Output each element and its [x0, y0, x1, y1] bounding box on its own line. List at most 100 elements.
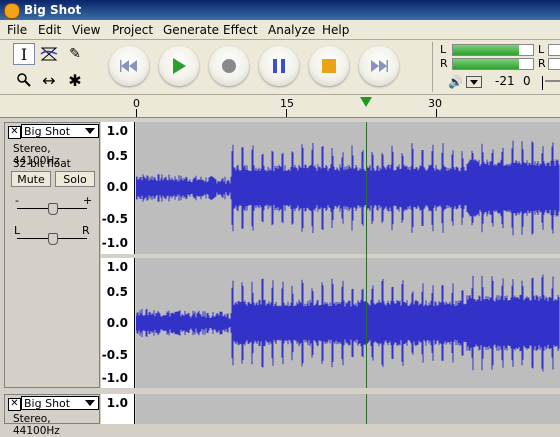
amplitude-ruler-right: 1.0 0.5 0.0 -0.5 -1.0 — [101, 258, 135, 388]
meter-right-label: R — [440, 57, 448, 70]
double-arrow-icon: ↔ — [42, 70, 56, 90]
menu-view[interactable]: View — [72, 23, 100, 37]
scale-label: -0.5 — [101, 212, 128, 226]
skip-end-icon — [371, 60, 388, 72]
audio-track: ✕ Big Shot Stereo, 44100Hz 32-bit float … — [0, 122, 560, 390]
waveform-channel-right[interactable] — [136, 258, 560, 388]
record-meter-left-label: L — [538, 43, 545, 56]
menu-edit[interactable]: Edit — [38, 23, 61, 37]
amplitude-ruler-left: 1.0 0.5 0.0 -0.5 -1.0 — [101, 122, 135, 254]
play-icon — [173, 58, 186, 74]
menu-help[interactable]: Help — [322, 23, 349, 37]
scale-label: -0.5 — [101, 348, 128, 362]
waveform-path — [136, 274, 560, 372]
ruler-tick — [286, 109, 287, 117]
scale-label: 1.0 — [106, 260, 128, 274]
pan-slider-knob[interactable] — [48, 233, 58, 245]
menu-project[interactable]: Project — [112, 23, 153, 37]
mute-button[interactable]: Mute — [11, 171, 51, 187]
playback-meter-left — [452, 44, 534, 56]
meter-left-label: L — [440, 43, 447, 56]
meter-fill-right — [453, 59, 519, 69]
playhead-marker-icon[interactable] — [360, 97, 372, 107]
track2-name-dropdown[interactable]: Big Shot — [21, 396, 99, 410]
envelope-tool-button[interactable] — [38, 43, 60, 65]
speaker-icon[interactable]: 🔊 — [448, 75, 463, 89]
audio-track-2: ✕ Big Shot Stereo, 44100Hz 1.0 — [0, 394, 560, 437]
record-button[interactable] — [209, 46, 249, 86]
toolbar: I ✎ ↔ ✱ L R L R 🔊 -21 0 — [0, 40, 560, 95]
menu-file[interactable]: File — [7, 23, 27, 37]
gain-slider-knob[interactable] — [48, 203, 58, 215]
multi-tool-button[interactable]: ✱ — [64, 69, 86, 91]
waveform-right — [136, 274, 560, 372]
skip-to-end-button[interactable] — [359, 46, 399, 86]
gain-minus-label: - — [15, 194, 19, 207]
draw-tool-button[interactable]: ✎ — [64, 43, 86, 65]
scale-label: 1.0 — [106, 396, 128, 410]
timeline-ruler[interactable]: 0 15 30 — [0, 95, 560, 118]
scale-label: -1.0 — [101, 236, 128, 250]
selection-tool-button[interactable]: I — [13, 43, 35, 65]
meter-dropdown-button[interactable] — [466, 76, 482, 88]
record-meter-right — [548, 58, 560, 70]
app-icon — [4, 3, 20, 19]
waveform-left — [136, 140, 560, 236]
skip-to-start-button[interactable] — [109, 46, 149, 86]
ruler-label-30: 30 — [428, 97, 442, 110]
magnifier-icon — [17, 73, 31, 87]
menu-effect[interactable]: Effect — [223, 23, 258, 37]
track-close-button[interactable]: ✕ — [8, 126, 21, 139]
menu-analyze[interactable]: Analyze — [268, 23, 315, 37]
title-bar: Big Shot — [0, 0, 560, 20]
scale-label: 1.0 — [106, 124, 128, 138]
input-slider[interactable] — [545, 80, 560, 82]
i-beam-icon: I — [20, 44, 28, 64]
asterisk-icon: ✱ — [68, 70, 82, 90]
pause-button[interactable] — [259, 46, 299, 86]
playhead-line — [366, 122, 367, 388]
ruler-label-15: 15 — [280, 97, 294, 110]
chevron-down-icon — [85, 400, 95, 406]
gain-plus-label: + — [83, 194, 93, 207]
track2-format: Stereo, 44100Hz — [13, 413, 60, 437]
ruler-label-0: 0 — [133, 97, 140, 110]
track-name: Big Shot — [24, 125, 71, 138]
pan-right-label: R — [82, 224, 90, 237]
scale-label: -1.0 — [101, 371, 128, 385]
playback-meter-right — [452, 58, 534, 70]
track-bit-depth: 32-bit float — [13, 158, 71, 170]
timeshift-tool-button[interactable]: ↔ — [38, 69, 60, 91]
zoom-tool-button[interactable] — [13, 69, 35, 91]
envelope-icon — [40, 47, 58, 61]
record-meter-left — [548, 44, 560, 56]
meter-zero-value: 0 — [523, 74, 531, 88]
scale-label: 0.0 — [106, 180, 128, 194]
waveform-path — [136, 140, 560, 236]
track-name-dropdown[interactable]: Big Shot — [21, 124, 99, 138]
ruler-tick — [436, 109, 437, 117]
solo-button[interactable]: Solo — [55, 171, 95, 187]
waveform-channel-left[interactable] — [136, 122, 560, 254]
scale-label: 0.5 — [106, 149, 128, 163]
play-button[interactable] — [159, 46, 199, 86]
scale-label: 0.0 — [106, 316, 128, 330]
meter-fill-left — [453, 45, 519, 55]
stop-button[interactable] — [309, 46, 349, 86]
record-icon — [222, 59, 236, 73]
pan-left-label: L — [14, 224, 21, 237]
ruler-tick — [136, 109, 137, 117]
toolbar-divider — [432, 42, 433, 92]
mic-icon — [542, 76, 543, 90]
menu-generate[interactable]: Generate — [163, 23, 219, 37]
track2-name: Big Shot — [24, 397, 71, 410]
menu-bar: File Edit View Project Generate Effect A… — [0, 20, 560, 40]
record-meter-right-label: R — [538, 57, 546, 70]
track2-close-button[interactable]: ✕ — [8, 398, 21, 411]
scale-label: 0.5 — [106, 285, 128, 299]
stop-icon — [322, 59, 336, 73]
track-control-panel: ✕ Big Shot Stereo, 44100Hz 32-bit float … — [4, 122, 100, 388]
skip-start-icon — [120, 60, 137, 72]
pencil-icon: ✎ — [69, 46, 81, 62]
pause-icon — [273, 59, 285, 73]
